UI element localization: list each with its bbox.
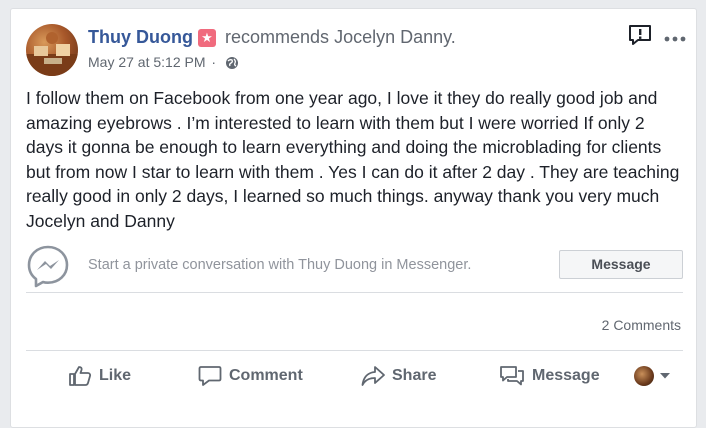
author-name-link[interactable]: Thuy Duong: [88, 27, 193, 47]
message-label: Message: [532, 367, 600, 384]
comment-label: Comment: [229, 367, 303, 384]
message-button[interactable]: Message: [559, 250, 683, 279]
like-label: Like: [99, 367, 132, 384]
post-header: Thuy Duong ★ recommends Jocelyn Danny.: [88, 27, 456, 48]
globe-icon[interactable]: [225, 56, 239, 73]
actions-divider: [26, 350, 683, 351]
like-icon: [69, 366, 92, 386]
message-icon: [500, 366, 524, 386]
messenger-prompt-text: Start a private conversation with Thuy D…: [88, 257, 472, 273]
post-body: I follow them on Facebook from one year …: [26, 88, 680, 231]
post-meta: May 27 at 5:12 PM ·: [88, 54, 239, 73]
meta-separator: ·: [211, 54, 217, 70]
recommendation-badge-icon: ★: [197, 29, 216, 47]
share-label: Share: [392, 367, 437, 384]
post-timestamp[interactable]: May 27 at 5:12 PM: [88, 54, 206, 70]
user-mini-avatar: [634, 366, 654, 386]
share-button[interactable]: Share: [361, 359, 436, 393]
post-card: Thuy Duong ★ recommends Jocelyn Danny. Ma…: [10, 8, 697, 428]
avatar-photo: [26, 32, 78, 76]
send-message-button[interactable]: Message: [499, 359, 600, 393]
post-top-icons: [628, 24, 686, 51]
share-icon: [361, 366, 385, 386]
recommends-text: recommends: [225, 27, 330, 47]
comment-icon: [198, 366, 222, 386]
messenger-prompt-row: Start a private conversation with Thuy D…: [26, 242, 683, 293]
comments-count-link[interactable]: 2 Comments: [602, 317, 681, 333]
chevron-down-icon: [660, 373, 670, 379]
author-avatar[interactable]: [26, 24, 78, 76]
comment-button[interactable]: Comment: [198, 359, 303, 393]
post-actions-bar: Like Comment Share Message: [26, 359, 683, 393]
recommended-page-link[interactable]: Jocelyn Danny.: [334, 27, 456, 47]
audience-selector[interactable]: [634, 359, 678, 393]
more-icon[interactable]: [664, 29, 686, 47]
like-button[interactable]: Like: [68, 359, 131, 393]
messenger-icon: [26, 244, 70, 293]
report-icon[interactable]: [628, 24, 652, 51]
